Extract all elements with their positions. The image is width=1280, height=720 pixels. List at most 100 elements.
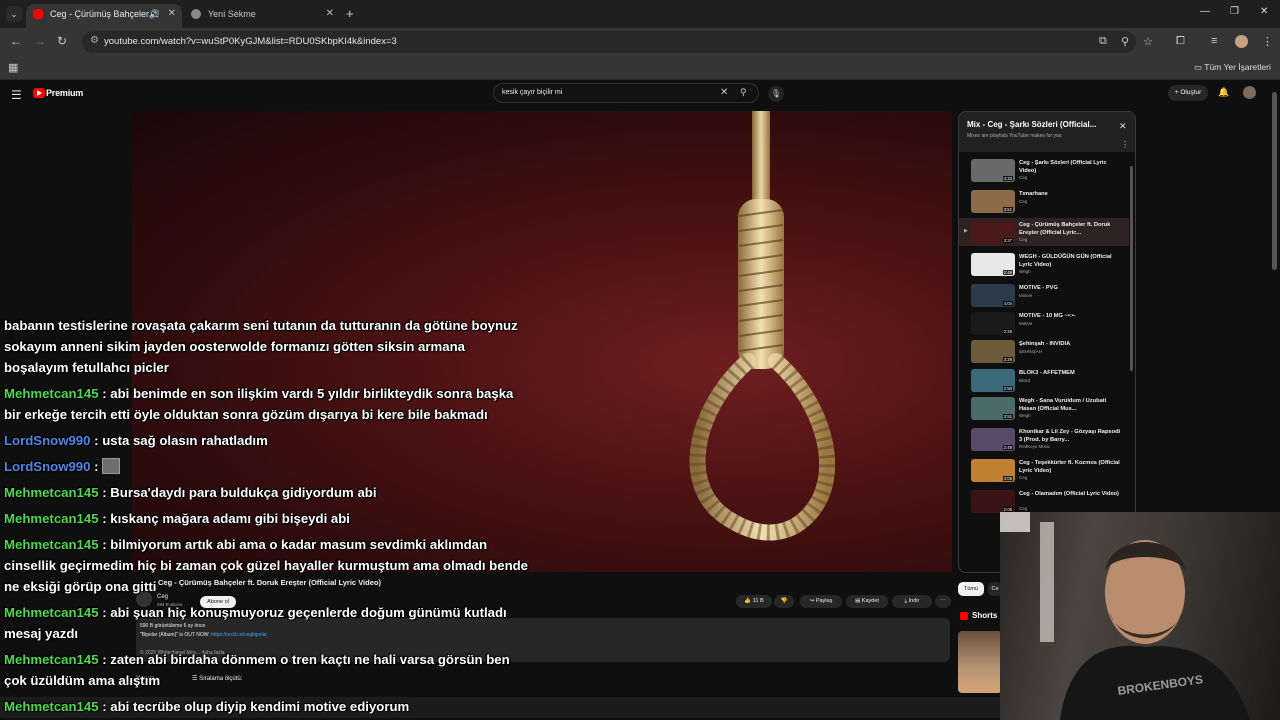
restore-icon[interactable]: ❐ [1230, 6, 1239, 17]
save-icon: ▤ [855, 598, 861, 604]
playlist-thumbnail[interactable]: 3:51 [971, 190, 1015, 213]
chrome-favicon-icon [191, 9, 201, 19]
playlist-item-title: Tımarhane [1019, 191, 1048, 197]
playlist-item-artist: Motive [1019, 293, 1033, 298]
sort-comments-button[interactable]: ☰ Sıralama ölçütü: [192, 675, 242, 682]
playlist-thumbnail[interactable]: 4:33 [971, 159, 1015, 182]
playlist-duration: 4:33 [1002, 176, 1013, 181]
playlist-thumbnail[interactable]: 3:51 [971, 397, 1015, 420]
playlist-item-artist: Ceg [1019, 506, 1028, 511]
download-button[interactable]: ⤓ İndir [892, 595, 932, 608]
minimize-icon[interactable]: — [1200, 6, 1210, 17]
playlist-item[interactable]: ▶ 3:37 Ceg - Çürümüş Bahçeler ft. Doruk Er… [959, 218, 1129, 246]
forward-arrow-icon[interactable]: → [34, 34, 46, 48]
speaker-icon[interactable]: 🔊 [149, 4, 160, 24]
playlist-item[interactable]: 3:51 Wegh - Sana Vuruldum / Uzubati Hasan… [959, 394, 1129, 422]
browser-profile-avatar[interactable] [1235, 35, 1248, 48]
playlist-item[interactable]: 2:28 MOTIVE - 10 MG ~•:•- Motive [959, 309, 1129, 337]
playlist-thumbnail[interactable]: 3:37 [971, 221, 1015, 244]
account-avatar[interactable] [1243, 86, 1256, 99]
page-scrollbar[interactable] [1272, 92, 1277, 270]
more-actions-button[interactable]: ⋯ [935, 595, 951, 608]
playlist-thumbnail[interactable]: 2:50 [971, 369, 1015, 392]
all-bookmarks-button[interactable]: ▭ Tüm Yer İşaretleri [1194, 62, 1271, 73]
channel-avatar[interactable] [136, 591, 152, 607]
browser-tab-bar: ⌄ Ceg - Çürümüş Bahçeler ft. 🔊 ✕ Yeni Se… [0, 0, 1280, 28]
tab-search-button[interactable]: ⌄ [6, 6, 22, 22]
playlist-scrollbar[interactable] [1130, 166, 1133, 371]
description-link[interactable]: https://orcd.co/cegbipolar [211, 632, 267, 638]
playlist-item-title: BLOK3 - AFFETMEM [1019, 370, 1075, 376]
playlist-item[interactable]: 2:50 BLOK3 - AFFETMEM Blok3 [959, 366, 1129, 394]
video-description[interactable]: 590 B görüntüleme 6 ay önce "Bipolar (Al… [136, 618, 950, 662]
microphone-icon[interactable]: 🎙 [768, 86, 784, 102]
playlist-item[interactable]: 2:49 WEGH - GÜLDÜĞÜN GÜN (Official Lyric … [959, 250, 1129, 278]
short-thumbnail[interactable] [958, 631, 1002, 693]
close-playlist-icon[interactable]: ✕ [1119, 121, 1127, 132]
video-frame-noose [689, 111, 835, 541]
new-tab-plus-icon[interactable]: + [346, 6, 354, 21]
search-input[interactable]: kesik çayır biçilir mi [502, 89, 562, 96]
apps-grid-icon[interactable]: ▦ [8, 61, 18, 74]
address-bar[interactable]: ⚙ youtube.com/watch?v=wuStP0KyGJM&list=R… [82, 31, 1136, 53]
reload-icon[interactable]: ↻ [57, 34, 67, 48]
window-close-icon[interactable]: ✕ [1260, 6, 1268, 17]
close-tab-icon[interactable]: ✕ [326, 4, 334, 24]
playlist-item[interactable]: 3:51 Tımarhane Ceg [959, 187, 1129, 215]
shorts-icon [960, 612, 968, 620]
playlist-thumbnail[interactable]: 2:49 [971, 428, 1015, 451]
close-tab-icon[interactable]: ✕ [168, 4, 176, 24]
install-app-icon[interactable]: ⧉ [1099, 35, 1107, 48]
tab-new-tab[interactable]: Yeni Sekme ✕ [184, 4, 340, 28]
dislike-button[interactable]: 👎 [774, 595, 794, 608]
playlist-item[interactable]: 2:06 Ceg - Olamadım (Official Lyric Video… [959, 487, 1129, 515]
create-button[interactable]: + Oluştur [1168, 85, 1208, 101]
playlist-header: Mix - Ceg - Şarkı Sözleri (Official... M… [959, 112, 1135, 152]
playlist-item[interactable]: 4:33 Ceg - Şarkı Sözleri (Official Lyric … [959, 156, 1129, 184]
playlist-item-artist: Motive [1019, 321, 1033, 326]
clear-search-icon[interactable]: ✕ [720, 87, 728, 98]
zoom-icon[interactable]: ⚲ [1121, 35, 1129, 48]
playlist-thumbnail[interactable]: 4:04 [971, 284, 1015, 307]
playlist-thumbnail[interactable]: 2:49 [971, 253, 1015, 276]
extensions-icon[interactable]: ⧠ [1176, 35, 1185, 48]
channel-name[interactable]: Ceg [157, 594, 168, 600]
save-button[interactable]: ▤ Kaydet [846, 595, 888, 608]
playlist-thumbnail[interactable]: 3:29 [971, 340, 1015, 363]
youtube-premium-label[interactable]: Premium [46, 88, 83, 98]
share-button[interactable]: ↪ Paylaş [800, 595, 842, 608]
playlist-thumbnail[interactable]: 4:05 [971, 459, 1015, 482]
search-icon[interactable]: ⚲ [740, 87, 747, 98]
notifications-bell-icon[interactable]: 🔔 [1218, 87, 1229, 98]
sort-icon: ☰ [192, 676, 198, 682]
description-copyright[interactable]: © 2025 Whitechapel Mus... daha fazla [140, 650, 225, 656]
playlist-thumbnail[interactable]: 2:28 [971, 312, 1015, 335]
playlist-item[interactable]: 2:49 Khontkar & Lil Zey - Gözyaşı Rapsodi… [959, 425, 1129, 453]
comments-header: Yorum [136, 675, 155, 682]
webcam-overlay: BROKENBOYS [1000, 512, 1280, 720]
playlist-item[interactable]: 3:29 Şehinşah - INVIDIA ŞEHİNŞAH [959, 337, 1129, 365]
playlist-title[interactable]: Mix - Ceg - Şarkı Sözleri (Official... [967, 120, 1096, 129]
video-player[interactable] [132, 111, 952, 572]
share-label: Paylaş [815, 598, 833, 604]
search-box[interactable]: kesik çayır biçilir mi ✕ ⚲ [493, 83, 759, 103]
hamburger-menu-icon[interactable]: ☰ [11, 88, 22, 102]
chip-all[interactable]: Tümü [958, 582, 984, 596]
download-icon: ⤓ [904, 598, 908, 604]
back-arrow-icon[interactable]: ← [10, 34, 22, 48]
playlist-item[interactable]: 4:04 MOTIVE - PVG Motive [959, 281, 1129, 309]
playlist-thumbnail[interactable]: 2:06 [971, 490, 1015, 513]
playlist-item-title: Şehinşah - INVIDIA [1019, 341, 1071, 347]
shorts-label: Shorts [972, 611, 998, 620]
youtube-logo-icon[interactable] [33, 88, 45, 98]
playlist-more-icon[interactable]: ⋮ [1121, 140, 1129, 149]
subscribe-button[interactable]: Abone ol [200, 596, 236, 608]
site-info-icon[interactable]: ⚙ [90, 35, 99, 46]
playlist-panel: Mix - Ceg - Şarkı Sözleri (Official... M… [958, 111, 1136, 573]
like-button[interactable]: 👍 11 B [736, 595, 772, 608]
playlist-item[interactable]: 4:05 Ceg - Teşekkürler ft. Kozmos (Offici… [959, 456, 1129, 484]
media-control-icon[interactable]: ≡ [1211, 35, 1217, 47]
tab-youtube[interactable]: Ceg - Çürümüş Bahçeler ft. 🔊 ✕ [26, 4, 182, 28]
chrome-menu-icon[interactable]: ⋮ [1262, 35, 1273, 48]
bookmark-star-icon[interactable]: ☆ [1143, 35, 1153, 48]
